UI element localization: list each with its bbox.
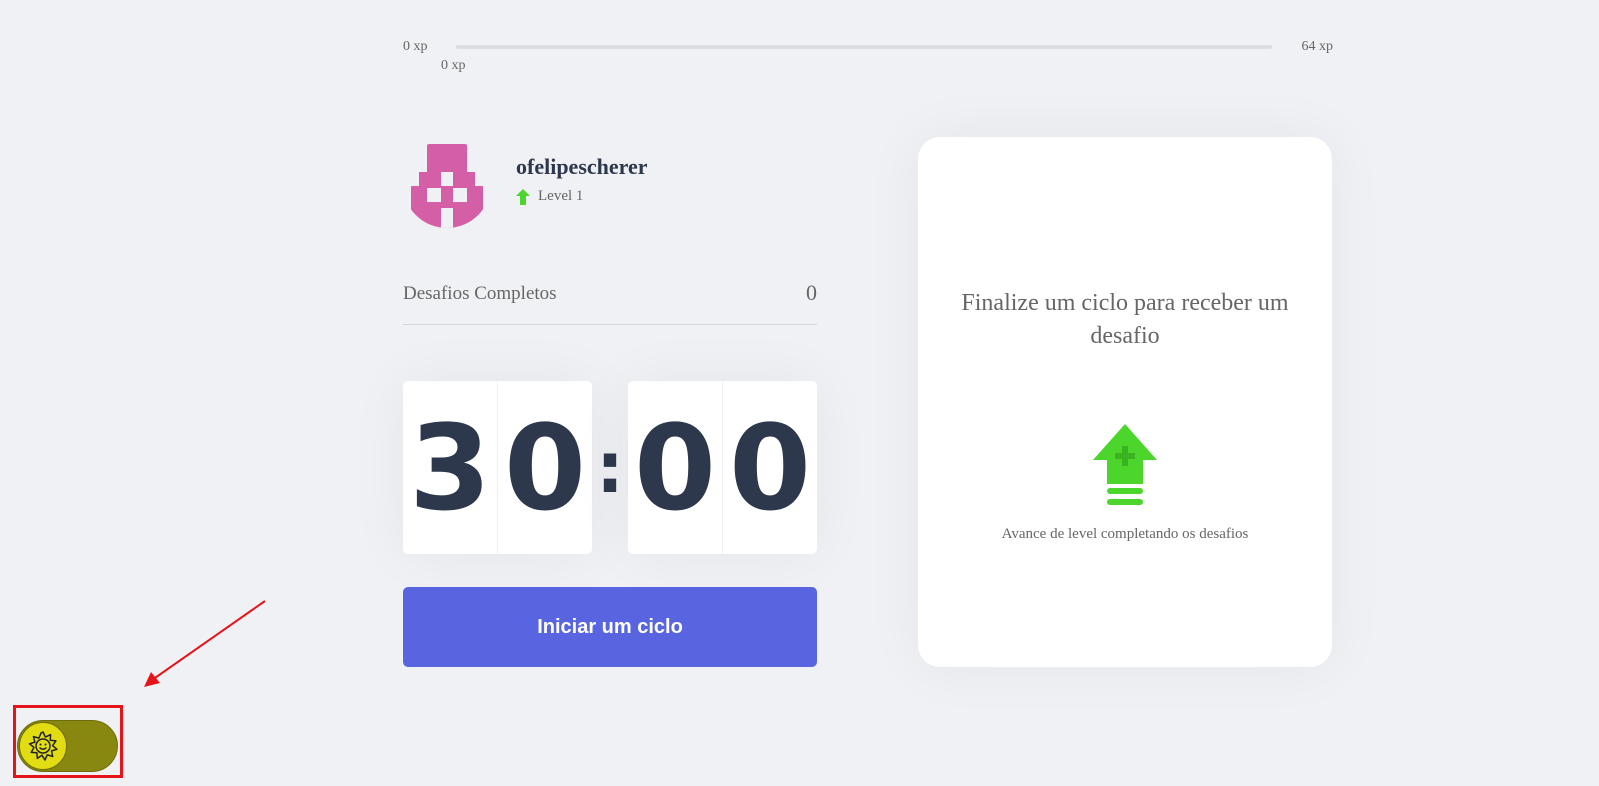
countdown-separator: : [596, 426, 624, 509]
second-digit-left: 0 [628, 381, 723, 554]
start-cycle-button[interactable]: Iniciar um ciclo [403, 587, 817, 667]
challenge-box: Finalize um ciclo para receber um desafi… [918, 137, 1332, 667]
pixel-avatar-icon [411, 144, 483, 228]
level-up-arrow-icon [516, 188, 530, 205]
second-digit-right: 0 [728, 398, 812, 537]
toggle-knob[interactable] [19, 722, 67, 770]
countdown: 3 0 : 0 0 [403, 381, 817, 554]
completed-challenges-label: Desafios Completos [403, 283, 557, 304]
theme-toggle[interactable] [17, 720, 118, 772]
xp-max-label: 64 xp [1301, 39, 1334, 54]
countdown-seconds: 0 0 [628, 381, 817, 554]
sun-icon [28, 731, 58, 761]
xp-progress-track [456, 45, 1272, 49]
challenge-hint: Avance de level completando os desafios [1001, 526, 1249, 542]
username: ofelipescherer [516, 154, 648, 179]
level: Level 1 [516, 188, 583, 205]
completed-challenges-count: 0 [806, 280, 817, 305]
minute-digit-left: 3 [403, 381, 498, 554]
completed-challenges: Desafios Completos 0 [403, 280, 817, 325]
challenge-title: Finalize um ciclo para receber um desafi… [961, 290, 1289, 349]
profile: ofelipescherer Level 1 [403, 140, 823, 228]
level-label: Level 1 [538, 188, 584, 204]
xp-min-label: 0 xp [403, 39, 428, 54]
minute-digit-right: 0 [503, 398, 587, 537]
level-up-icon [1093, 424, 1157, 505]
experience-bar: 0 xp 0 xp 64 xp [403, 36, 1333, 76]
avatar [403, 140, 491, 228]
xp-current-label: 0 xp [441, 58, 466, 73]
countdown-minutes: 3 0 [403, 381, 592, 554]
